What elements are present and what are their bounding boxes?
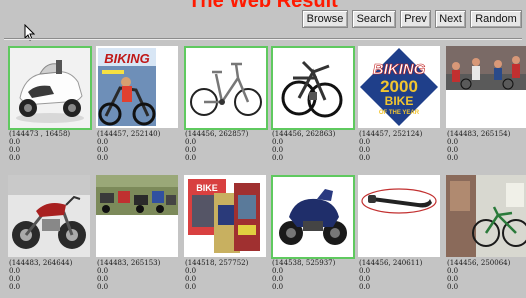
result-value: 0.0	[447, 267, 459, 275]
magazine-title-text: BIKING	[104, 51, 150, 66]
result-id: (144483, 265153)	[97, 259, 161, 267]
result-value: 0.0	[97, 154, 109, 162]
result-value: 0.0	[9, 275, 21, 283]
result-value: 0.0	[185, 138, 197, 146]
result-id: (144457, 252124)	[359, 130, 423, 138]
result-meta: (144538, 525937) 0.0 0.0 0.0	[272, 259, 358, 291]
result-meta: (144457, 252140) 0.0 0.0 0.0	[97, 130, 183, 162]
result-value: 0.0	[447, 154, 459, 162]
result-thumbnail[interactable]	[184, 46, 268, 130]
result-id: (144483, 265154)	[447, 130, 511, 138]
result-value: 0.0	[97, 138, 109, 146]
scooter-image	[10, 48, 90, 128]
result-thumbnail[interactable]	[8, 175, 90, 257]
separator	[4, 38, 522, 40]
result-value: 0.0	[447, 146, 459, 154]
prev-button[interactable]: Prev	[400, 10, 431, 28]
result-value: 0.0	[9, 154, 21, 162]
result-meta: (144457, 252124) 0.0 0.0 0.0	[359, 130, 445, 162]
magazine-stack-image: BIKE	[184, 175, 266, 257]
result-value: 0.0	[359, 267, 371, 275]
result-thumbnail[interactable]	[8, 46, 92, 130]
folded-bicycle-image	[273, 48, 353, 128]
result-id: (144538, 525937)	[272, 259, 336, 267]
motorcycle-rally-image	[96, 175, 178, 257]
bike-tool-image	[358, 175, 440, 257]
result-meta: (144456, 250064) 0.0 0.0 0.0	[447, 259, 526, 291]
badge-line1-text: BIKE	[385, 94, 414, 108]
result-meta: (144456, 240611) 0.0 0.0 0.0	[359, 259, 445, 291]
result-id: (144518, 257752)	[185, 259, 249, 267]
result-value: 0.0	[97, 283, 109, 291]
result-value: 0.0	[185, 283, 197, 291]
result-thumbnail[interactable]	[271, 46, 355, 130]
result-meta: (144456, 262863) 0.0 0.0 0.0	[272, 130, 358, 162]
result-meta: (144473 , 16458) 0.0 0.0 0.0	[9, 130, 95, 162]
folding-bicycle-image	[186, 48, 266, 128]
bike-crowd-image	[446, 46, 526, 128]
result-value: 0.0	[272, 154, 284, 162]
badge-line2-text: OF THE YEAR	[379, 110, 420, 116]
result-value: 0.0	[185, 267, 197, 275]
result-id: (144457, 252140)	[97, 130, 161, 138]
result-value: 0.0	[447, 283, 459, 291]
result-meta: (144483, 265153) 0.0 0.0 0.0	[97, 259, 183, 291]
result-thumbnail[interactable]	[446, 46, 526, 128]
next-button[interactable]: Next	[435, 10, 466, 28]
bicycle-workshop-image	[446, 175, 526, 257]
result-thumbnail[interactable]	[446, 175, 526, 257]
result-thumbnail[interactable]: BIKE	[184, 175, 266, 257]
blue-motorcycle-image	[273, 177, 353, 257]
result-id: (144456, 262857)	[185, 130, 249, 138]
result-value: 0.0	[9, 138, 21, 146]
result-value: 0.0	[9, 267, 21, 275]
badge-title-text: BIKING	[373, 61, 426, 78]
magazine-title-text: BIKE	[196, 183, 218, 193]
result-value: 0.0	[185, 275, 197, 283]
toolbar: Browse Search Prev Next Random	[302, 10, 522, 28]
result-value: 0.0	[185, 146, 197, 154]
result-meta: (144483, 264644) 0.0 0.0 0.0	[9, 259, 95, 291]
result-value: 0.0	[447, 275, 459, 283]
browse-button[interactable]: Browse	[302, 10, 348, 28]
result-value: 0.0	[359, 275, 371, 283]
result-value: 0.0	[97, 267, 109, 275]
result-value: 0.0	[447, 138, 459, 146]
result-thumbnail[interactable]: BIKING 2000 BIKE OF THE YEAR	[358, 46, 440, 128]
result-id: (144473 , 16458)	[9, 130, 71, 138]
result-meta: (144483, 265154) 0.0 0.0 0.0	[447, 130, 526, 162]
result-value: 0.0	[9, 283, 21, 291]
result-id: (144483, 264644)	[9, 259, 73, 267]
result-value: 0.0	[97, 146, 109, 154]
bike-of-the-year-badge-image: BIKING 2000 BIKE OF THE YEAR	[358, 46, 440, 128]
result-value: 0.0	[272, 146, 284, 154]
result-id: (144456, 240611)	[359, 259, 423, 267]
result-thumbnail[interactable]: BIKING	[96, 46, 178, 128]
result-value: 0.0	[9, 146, 21, 154]
result-id: (144456, 250064)	[447, 259, 511, 267]
result-value: 0.0	[359, 146, 371, 154]
result-value: 0.0	[359, 138, 371, 146]
result-thumbnail[interactable]	[271, 175, 355, 259]
result-value: 0.0	[272, 267, 284, 275]
random-button[interactable]: Random	[470, 10, 522, 28]
result-meta: (144456, 262857) 0.0 0.0 0.0	[185, 130, 271, 162]
result-id: (144456, 262863)	[272, 130, 336, 138]
result-value: 0.0	[272, 138, 284, 146]
result-value: 0.0	[272, 275, 284, 283]
result-value: 0.0	[185, 154, 197, 162]
result-meta: (144518, 257752) 0.0 0.0 0.0	[185, 259, 271, 291]
search-button[interactable]: Search	[352, 10, 396, 28]
result-value: 0.0	[272, 283, 284, 291]
result-thumbnail[interactable]	[96, 175, 178, 257]
result-value: 0.0	[359, 283, 371, 291]
result-thumbnail[interactable]	[358, 175, 440, 257]
result-value: 0.0	[359, 154, 371, 162]
magazine-cover-image: BIKING	[96, 46, 178, 128]
result-value: 0.0	[97, 275, 109, 283]
red-motorcycle-image	[8, 175, 90, 257]
